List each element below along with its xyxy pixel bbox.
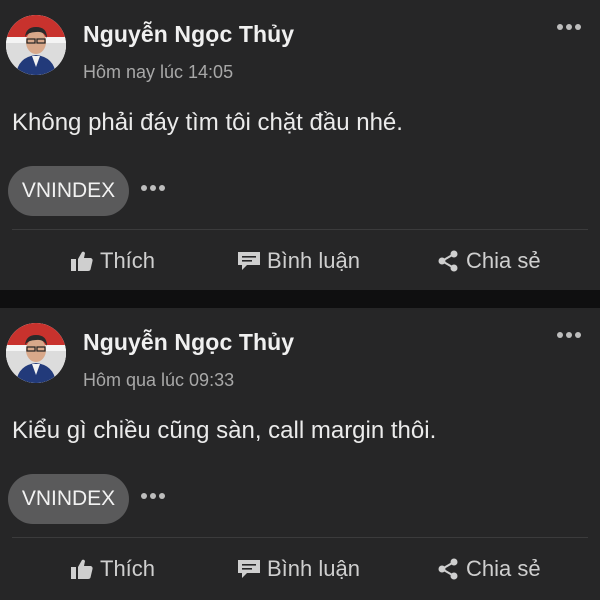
avatar[interactable]: [6, 15, 66, 75]
author-name[interactable]: Nguyễn Ngọc Thủy: [83, 21, 294, 48]
more-tags-icon[interactable]: [140, 181, 166, 195]
thumbs-up-icon: [71, 559, 93, 579]
share-icon: [438, 250, 458, 272]
like-label: Thích: [100, 248, 156, 273]
more-options-icon[interactable]: [556, 328, 582, 342]
comment-label: Bình luận: [267, 248, 360, 273]
share-label: Chia sẻ: [466, 556, 541, 581]
author-name[interactable]: Nguyễn Ngọc Thủy: [83, 329, 294, 356]
avatar-image: [6, 323, 66, 383]
comment-label: Bình luận: [267, 556, 360, 581]
tag-chip[interactable]: VNINDEX: [8, 474, 129, 524]
like-label: Thích: [100, 556, 156, 581]
post-timestamp[interactable]: Hôm nay lúc 14:05: [83, 62, 233, 83]
share-button[interactable]: Chia sẻ: [436, 246, 541, 276]
post-content: Kiểu gì chiều cũng sàn, call margin thôi…: [12, 417, 437, 444]
comment-icon: [238, 560, 260, 578]
avatar[interactable]: [6, 323, 66, 383]
share-button[interactable]: Chia sẻ: [436, 554, 541, 584]
share-label: Chia sẻ: [466, 248, 541, 273]
comment-button[interactable]: Bình luận: [237, 554, 360, 584]
tag-chip[interactable]: VNINDEX: [8, 166, 129, 216]
divider: [12, 537, 588, 538]
more-tags-icon[interactable]: [140, 489, 166, 503]
feed: Nguyễn Ngọc Thủy Hôm nay lúc 14:05 Không…: [0, 0, 600, 600]
post-content: Không phải đáy tìm tôi chặt đầu nhé.: [12, 109, 403, 136]
like-button[interactable]: Thích: [70, 554, 155, 584]
post-card: Nguyễn Ngọc Thủy Hôm qua lúc 09:33 Kiểu …: [0, 308, 600, 600]
comment-icon: [238, 252, 260, 270]
more-options-icon[interactable]: [556, 20, 582, 34]
divider: [12, 229, 588, 230]
comment-button[interactable]: Bình luận: [237, 246, 360, 276]
thumbs-up-icon: [71, 251, 93, 271]
share-icon: [438, 558, 458, 580]
avatar-image: [6, 15, 66, 75]
post-timestamp[interactable]: Hôm qua lúc 09:33: [83, 370, 234, 391]
post-card: Nguyễn Ngọc Thủy Hôm nay lúc 14:05 Không…: [0, 0, 600, 290]
like-button[interactable]: Thích: [70, 246, 155, 276]
